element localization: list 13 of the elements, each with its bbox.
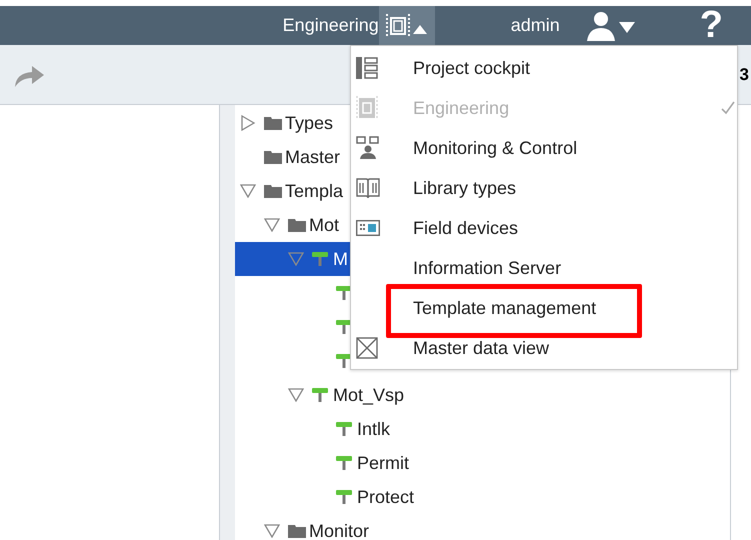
tree-item-label: Master	[285, 146, 340, 168]
tree-item-label: Mot_Vsp	[333, 384, 404, 406]
user-name: admin	[510, 15, 560, 36]
tree-item-label: Intlk	[357, 418, 390, 440]
tree-item-label: M	[333, 248, 348, 270]
tree-item-label: Protect	[357, 486, 414, 508]
tree-item-label: Monitor	[309, 520, 370, 540]
tree-item-label: Mot	[309, 214, 340, 236]
tree-item-label: Templa	[285, 180, 344, 202]
tree-item-label: Permit	[357, 452, 410, 474]
tree-item-label: Types	[285, 112, 334, 134]
perspective-label: Engineering	[282, 15, 379, 36]
toolbar-text: 3	[740, 64, 749, 84]
